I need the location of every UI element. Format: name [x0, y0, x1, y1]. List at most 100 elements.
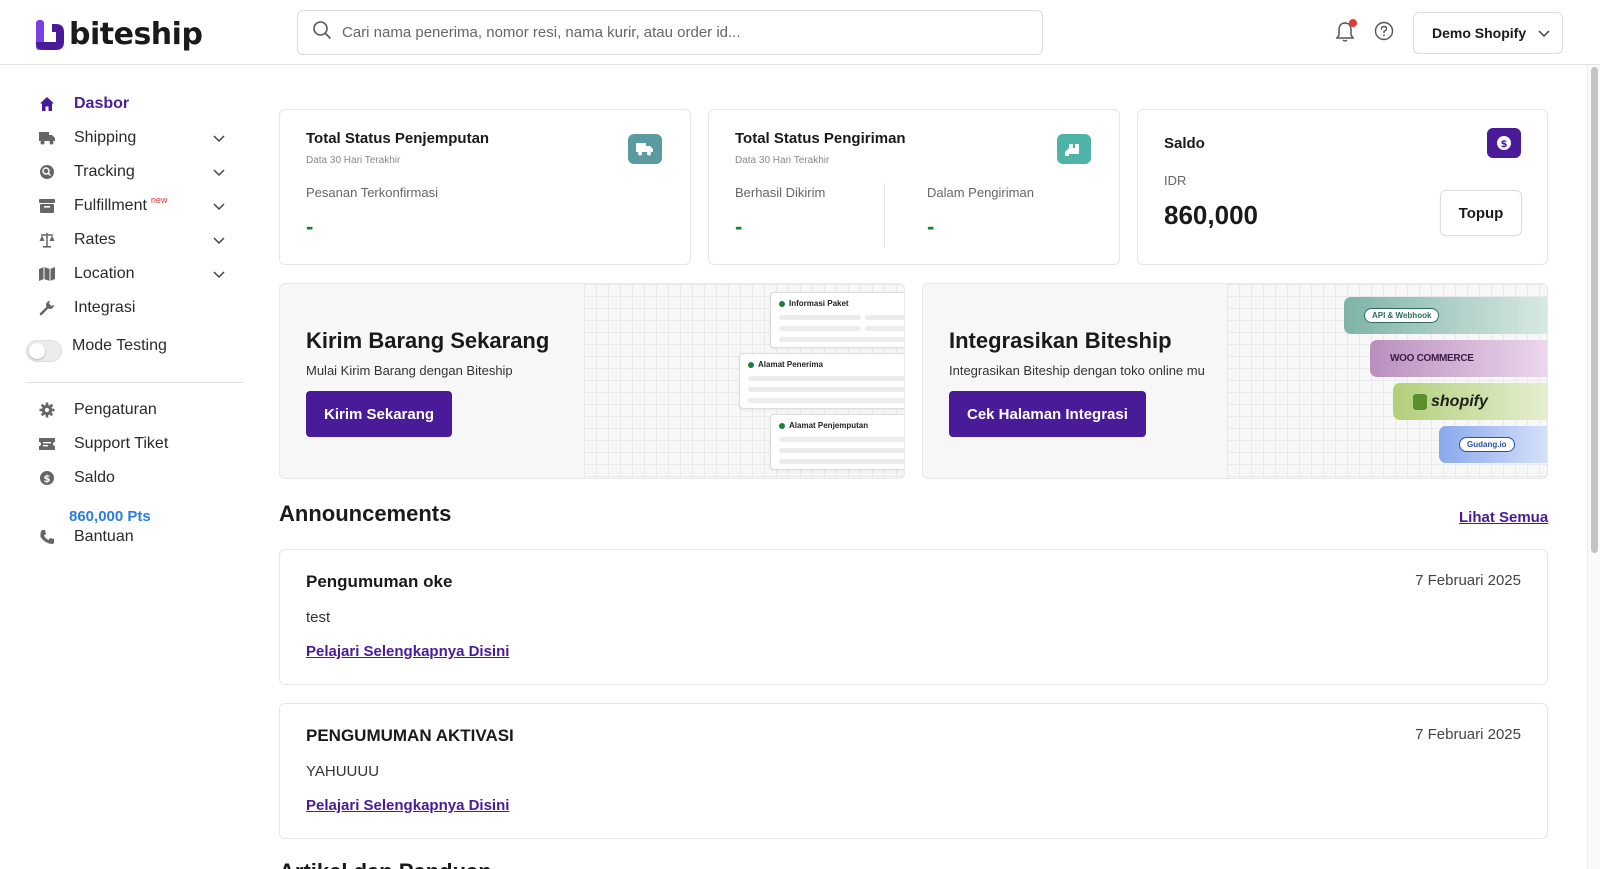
articles-heading: Artikel dan Panduan: [279, 857, 492, 869]
placeholder-line: [748, 398, 904, 403]
stat-value: -: [927, 214, 935, 239]
ticket-icon: [38, 435, 56, 453]
learn-more-link[interactable]: Pelajari Selengkapnya Disini: [306, 797, 509, 814]
stat-value: -: [735, 214, 743, 239]
card-title: Saldo: [1164, 135, 1205, 152]
placeholder-line: [779, 437, 904, 442]
ship-now-button[interactable]: Kirim Sekarang: [306, 391, 453, 437]
pickup-status-card: Total Status Penjemputan Data 30 Hari Te…: [279, 109, 691, 265]
stat-label: Pesanan Terkonfirmasi: [306, 185, 438, 200]
truck-icon: [38, 129, 56, 147]
wrench-icon: [38, 299, 56, 317]
pickup-address-card: Alamat Penjemputan: [770, 414, 904, 470]
search-input[interactable]: [342, 24, 1002, 41]
saldo-points: 860,000 Pts: [69, 508, 151, 525]
announcement-card: Pengumuman oke 7 Februari 2025 test Pela…: [279, 549, 1548, 685]
stat-label: Berhasil Dikirim: [735, 185, 826, 200]
sidebar-item-shipping[interactable]: Shipping: [38, 126, 225, 150]
svg-text:$: $: [44, 474, 51, 485]
sidebar-item-label: Tracking: [74, 163, 135, 180]
placeholder-line: [779, 459, 904, 464]
pickup-truck-icon: [628, 134, 662, 164]
delivery-box-icon: [1057, 134, 1091, 164]
sidebar-item-rates[interactable]: Rates: [38, 228, 225, 252]
recipient-address-card: Alamat Penerima: [739, 353, 904, 409]
logo-label: Gudang.io: [1459, 437, 1515, 452]
brand-logo[interactable]: biteship: [36, 17, 203, 52]
card-title: Total Status Penjemputan: [306, 130, 490, 147]
chevron-down-icon: [213, 198, 225, 216]
sidebar-item-label: Fulfillment: [74, 197, 147, 214]
sidebar-item-integrasi[interactable]: Integrasi: [38, 296, 135, 320]
stat-value: -: [306, 214, 314, 239]
scrollbar-thumb[interactable]: [1591, 67, 1598, 553]
sidebar-item-label: Mode Testing: [72, 337, 167, 354]
placeholder-line: [779, 315, 861, 320]
sidebar-item-label: Rates: [74, 231, 116, 248]
balance-card: Saldo $ IDR 860,000 Topup: [1137, 109, 1548, 265]
sidebar-item-support-tiket[interactable]: Support Tiket: [38, 432, 168, 456]
mode-testing-toggle[interactable]: [26, 340, 62, 362]
svg-text:$: $: [1501, 139, 1508, 150]
logo-label: shopify: [1431, 392, 1488, 410]
sidebar-item-label: Location: [74, 265, 135, 282]
banner-subtitle: Integrasikan Biteship dengan toko online…: [949, 363, 1205, 378]
placeholder-line: [779, 326, 861, 331]
gudang-io-logo: Gudang.io: [1439, 426, 1547, 463]
placeholder-line: [865, 326, 904, 331]
woocommerce-logo: WOO COMMERCE: [1370, 340, 1547, 377]
announcement-date: 7 Februari 2025: [1415, 572, 1521, 589]
account-dropdown[interactable]: Demo Shopify: [1413, 12, 1563, 54]
card-subtitle: Data 30 Hari Terakhir: [735, 155, 830, 166]
learn-more-link[interactable]: Pelajari Selengkapnya Disini: [306, 643, 509, 660]
home-icon: [38, 95, 56, 113]
help-icon[interactable]: [1374, 21, 1394, 46]
sidebar-item-pengaturan[interactable]: Pengaturan: [38, 398, 157, 422]
placeholder-line: [779, 448, 904, 453]
card-subtitle: Data 30 Hari Terakhir: [306, 155, 401, 166]
sidebar-divider: [26, 382, 244, 383]
sidebar-item-tracking[interactable]: Tracking: [38, 160, 225, 184]
new-badge: new: [150, 195, 168, 205]
placeholder-line: [779, 337, 904, 342]
stat-divider: [884, 183, 885, 247]
sidebar-item-fulfillment[interactable]: Fulfillment new: [38, 194, 225, 218]
sidebar-item-location[interactable]: Location: [38, 262, 225, 286]
notification-dot: [1349, 19, 1357, 27]
card-label: Alamat Penerima: [748, 360, 823, 369]
search-icon: [312, 20, 332, 45]
announcement-date: 7 Februari 2025: [1415, 726, 1521, 743]
sidebar-item-bantuan[interactable]: Bantuan: [38, 525, 134, 549]
balance-amount: 860,000: [1164, 200, 1258, 230]
check-integration-button[interactable]: Cek Halaman Integrasi: [949, 391, 1146, 437]
scale-icon: [38, 231, 56, 249]
chevron-down-icon: [213, 164, 225, 182]
sidebar-item-label: Saldo: [74, 469, 115, 486]
chevron-down-icon: [213, 266, 225, 284]
card-title: Total Status Pengiriman: [735, 130, 906, 147]
stat-label: Dalam Pengiriman: [927, 185, 1034, 200]
map-icon: [38, 265, 56, 283]
sidebar: Dasbor Shipping Tracking Fulfillment new…: [0, 65, 250, 869]
see-all-link[interactable]: Lihat Semua: [1459, 509, 1548, 526]
notification-bell-icon[interactable]: [1335, 19, 1357, 48]
top-header: biteship Demo Shopify: [0, 0, 1600, 65]
banner-subtitle: Mulai Kirim Barang dengan Biteship: [306, 363, 513, 378]
currency-label: IDR: [1164, 173, 1187, 188]
sidebar-item-label: Support Tiket: [74, 435, 169, 452]
announcement-body: YAHUUUU: [306, 763, 380, 780]
placeholder-line: [865, 315, 904, 320]
banner-title: Kirim Barang Sekarang: [306, 328, 550, 353]
sidebar-item-dasbor[interactable]: Dasbor: [38, 92, 129, 116]
api-webhook-logo: API & Webhook: [1344, 297, 1547, 334]
card-label: Alamat Penjemputan: [779, 421, 868, 430]
logo-label: WOO COMMERCE: [1390, 353, 1474, 364]
sidebar-item-saldo[interactable]: $ Saldo: [38, 466, 115, 490]
biteship-logo-icon: [36, 19, 64, 50]
page-scrollbar[interactable]: [1587, 65, 1600, 869]
topup-button[interactable]: Topup: [1440, 190, 1522, 236]
search-bar[interactable]: [297, 10, 1043, 55]
account-name: Demo Shopify: [1432, 25, 1527, 41]
announcements-heading: Announcements: [279, 501, 452, 526]
ship-now-banner: Kirim Barang Sekarang Mulai Kirim Barang…: [279, 283, 905, 479]
